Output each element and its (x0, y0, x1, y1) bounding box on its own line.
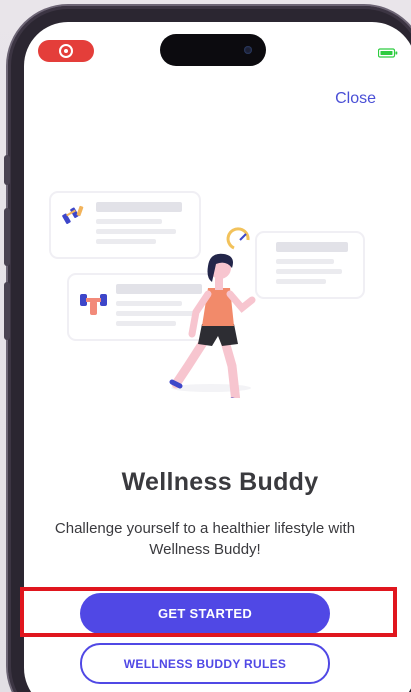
page-title: Wellness Buddy (121, 468, 319, 496)
activity-card-dumbbell (49, 191, 201, 259)
close-button[interactable]: Close (335, 90, 376, 108)
volume-down-button (4, 282, 10, 340)
device-stage: Close Wellness Buddy Challenge yourself … (0, 0, 411, 692)
record-icon (59, 44, 73, 58)
dynamic-island (160, 34, 266, 66)
page-subtitle: Challenge yourself to a healthier lifest… (54, 520, 356, 558)
hero-illustration (49, 191, 365, 398)
volume-up-button (4, 208, 10, 266)
screen-recording-indicator[interactable] (38, 40, 94, 62)
speed-icon (226, 227, 250, 250)
activity-card-speed (226, 227, 365, 299)
camera-icon (244, 46, 252, 54)
wellness-buddy-rules-button[interactable]: WELLNESS BUDDY RULES (80, 643, 330, 684)
mute-switch (4, 155, 10, 185)
app-screen: Close Wellness Buddy Challenge yourself … (24, 22, 411, 692)
battery-icon (378, 48, 398, 58)
get-started-button[interactable]: GET STARTED (80, 593, 330, 634)
